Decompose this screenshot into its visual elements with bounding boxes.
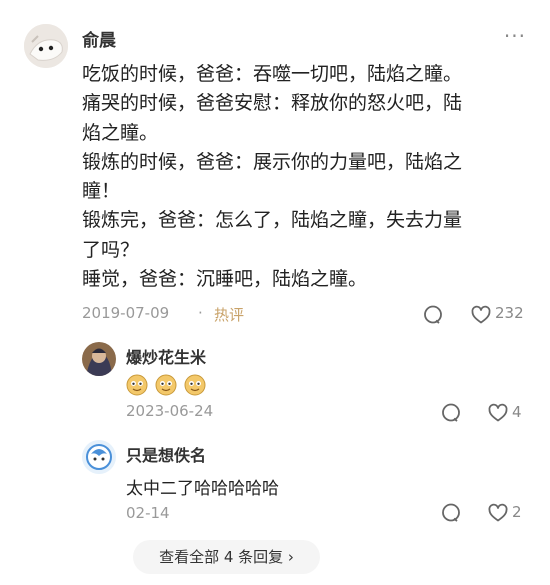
comment-line: 锻炼完，爸爸：怎么了，陆焰之瞳，失去力量: [82, 209, 463, 232]
reply-item: 爆炒花生米 2023-06-24 4: [82, 342, 528, 426]
like-heart-icon[interactable]: [487, 502, 509, 528]
comment-line: 锻炼的时候，爸爸：展示你的力量吧，陆焰之: [82, 150, 463, 173]
comment-line: 睡觉，爸爸：沉睡吧，陆焰之瞳。: [82, 268, 368, 291]
like-heart-icon[interactable]: [470, 304, 492, 330]
comment-line: 吃饭的时候，爸爸：吞噬一切吧，陆焰之瞳。: [82, 63, 463, 85]
comment-line: 焰之瞳。: [82, 121, 159, 144]
reply-date: 2023-06-24: [126, 402, 214, 420]
reply-author-name[interactable]: 爆炒花生米: [126, 344, 206, 368]
like-heart-icon[interactable]: [487, 402, 509, 428]
like-count: 232: [495, 304, 524, 322]
avatar-image: [24, 24, 68, 68]
like-count: 4: [512, 403, 522, 421]
reply-content: 太中二了哈哈哈哈哈: [126, 479, 279, 499]
smiling-face-emoji: [126, 374, 148, 396]
author-name[interactable]: 俞晨: [82, 26, 116, 51]
comment-body: 吃饭的时候，爸爸：吞噬一切吧，陆焰之瞳。 痛哭的时候，爸爸安慰：释放你的怒火吧，…: [82, 60, 534, 294]
reply-avatar[interactable]: [82, 342, 116, 376]
hot-comment-badge: 热评: [214, 306, 245, 324]
meta-separator: ·: [198, 304, 203, 322]
more-options-icon[interactable]: ···: [504, 24, 526, 48]
reply-avatar[interactable]: [82, 440, 116, 474]
reply-icon[interactable]: [440, 502, 462, 528]
reply-date: 02-14: [126, 504, 170, 522]
reply-icon[interactable]: [440, 402, 462, 428]
comment-line: 瞳！: [82, 180, 121, 203]
comment-date: 2019-07-09: [82, 304, 170, 322]
reply-author-name[interactable]: 只是想佚名: [126, 442, 206, 466]
reply-emoji-content: [126, 374, 208, 398]
comment-line: 痛哭的时候，爸爸安慰：释放你的怒火吧，陆: [82, 92, 463, 115]
view-all-replies-button[interactable]: 查看全部 4 条回复 ›: [133, 540, 320, 574]
reply-icon[interactable]: [422, 304, 444, 330]
smiling-face-emoji: [184, 374, 206, 396]
comment-meta: 2019-07-09 · 热评 232: [82, 302, 528, 326]
like-count: 2: [512, 503, 522, 521]
reply-item: 只是想佚名 太中二了哈哈哈哈哈 02-14 2: [82, 440, 528, 530]
smiling-face-emoji: [155, 374, 177, 396]
comment-line: 了吗？: [82, 238, 140, 261]
author-avatar[interactable]: [24, 24, 68, 68]
